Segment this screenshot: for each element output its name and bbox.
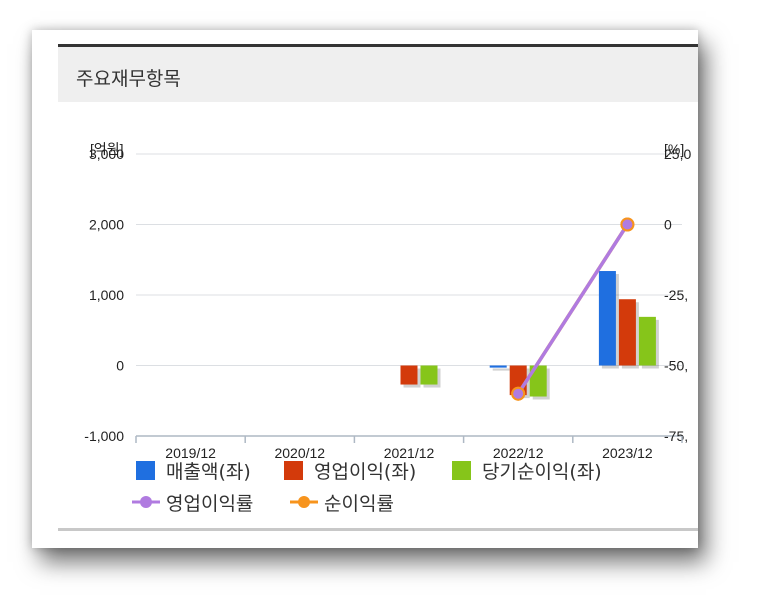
right-tick-label: 25,0 — [664, 146, 691, 162]
bar — [400, 365, 418, 385]
x-tick-label: 2021/12 — [384, 445, 435, 461]
left-tick-label: 1,000 — [89, 287, 124, 303]
legend-label: 당기순이익(좌) — [482, 461, 602, 483]
right-tick-label: -75, — [664, 428, 688, 444]
legend-label: 순이익률 — [324, 493, 394, 515]
series-point — [620, 217, 635, 232]
left-tick-label: 0 — [116, 358, 124, 374]
panel-bottom-border — [58, 528, 698, 531]
right-tick-label: -25, — [664, 287, 688, 303]
x-tick-label: 2022/12 — [493, 445, 544, 461]
x-tick-label: 2023/12 — [602, 445, 653, 461]
left-tick-label: -1,000 — [84, 428, 124, 444]
bar-shadow — [492, 368, 510, 371]
legend-swatch — [136, 461, 155, 480]
right-tick-label: 0 — [664, 217, 672, 233]
left-tick-label: 2,000 — [89, 217, 124, 233]
bar — [489, 365, 507, 368]
legend-marker — [140, 496, 152, 508]
financial-chart: [억원] [%] 3,0002,0001,0000-1,000 25,00-25… — [84, 141, 691, 515]
legend-swatch — [284, 461, 303, 480]
legend-label: 영업이익률 — [166, 493, 253, 515]
x-tick-label: 2020/12 — [274, 445, 325, 461]
legend-label: 영업이익(좌) — [314, 461, 416, 483]
left-tick-label: 3,000 — [89, 146, 124, 162]
right-tick-label: -50, — [664, 358, 688, 374]
financial-panel: 주요재무항목 [억원] [%] 3,000 2,000 1,000 0 -1,000 2… — [58, 44, 698, 534]
bar — [598, 271, 616, 366]
bar — [420, 365, 438, 385]
legend-label: 매출액(좌) — [166, 461, 251, 483]
x-tick-label: 2019/12 — [165, 445, 216, 461]
legend-marker — [298, 496, 310, 508]
chart-card: 주요재무항목 [억원] [%] 3,000 2,000 1,000 0 -1,000 2… — [32, 30, 698, 548]
series-point — [511, 386, 526, 401]
bar — [638, 316, 656, 366]
bar — [618, 299, 636, 366]
legend-swatch — [452, 461, 471, 480]
